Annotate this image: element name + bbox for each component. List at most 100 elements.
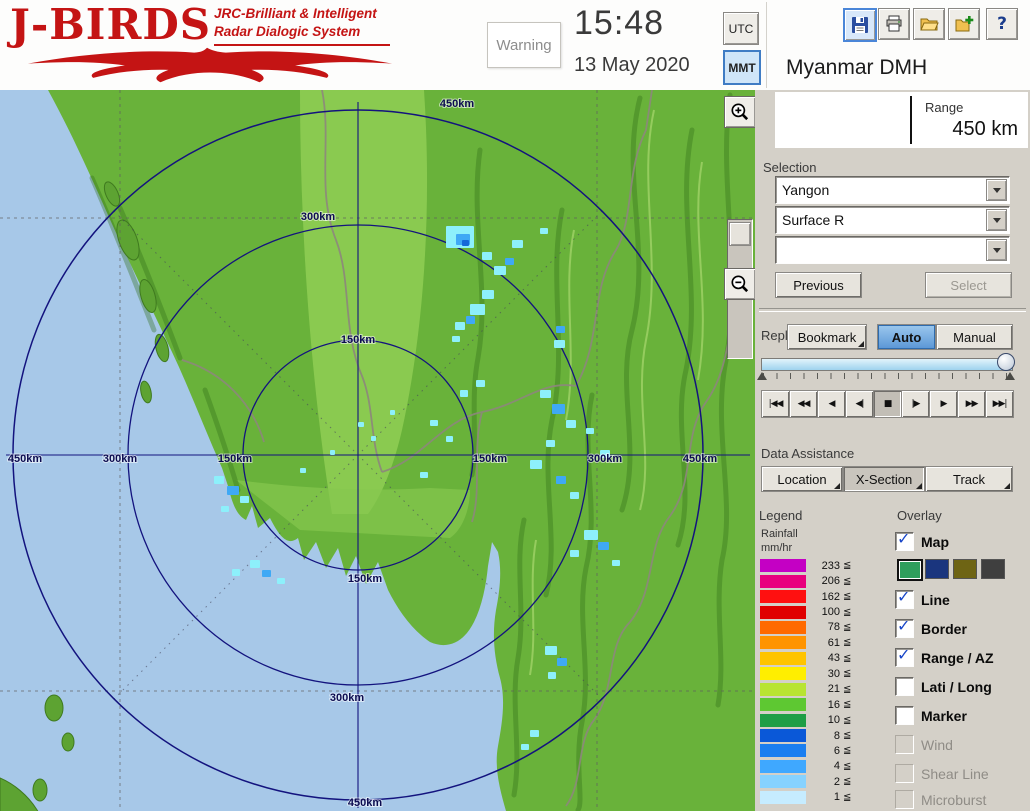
checkbox	[895, 790, 914, 809]
xsection-button[interactable]: X-Section	[843, 466, 925, 492]
open-folder-button[interactable]	[913, 8, 945, 40]
checkbox[interactable]: ✓	[895, 587, 914, 609]
print-button[interactable]	[878, 8, 910, 40]
overlay-item-border[interactable]: ✓ Border	[895, 616, 967, 638]
map-style-swatch-olive[interactable]	[953, 559, 977, 579]
playback-fast-rewind-button[interactable]: ◀◀	[789, 390, 818, 418]
checkbox[interactable]: ✓	[895, 645, 914, 667]
legend-swatch	[760, 682, 806, 696]
zoom-in-button[interactable]	[724, 96, 755, 128]
menu-corner-icon	[834, 483, 840, 489]
range-ring-label: 450km	[8, 453, 42, 465]
menu-corner-icon	[916, 483, 922, 489]
folder-icon	[920, 18, 939, 31]
legend-row: 2 ≦	[760, 774, 892, 789]
legend-swatch	[760, 605, 806, 619]
overlay-item-shear-line: Shear Line	[895, 764, 989, 783]
legend-row: 233 ≦	[760, 558, 892, 573]
previous-button[interactable]: Previous	[775, 272, 862, 298]
app-logo-subtitle-1: JRC-Brilliant & Intelligent	[214, 6, 377, 21]
checkbox[interactable]	[895, 677, 914, 696]
playback-step-forward-button[interactable]: |▶	[901, 390, 930, 418]
warning-label: Warning	[496, 36, 552, 54]
zoom-in-icon	[731, 103, 749, 121]
overlay-item-lati-long[interactable]: Lati / Long	[895, 677, 992, 696]
location-button[interactable]: Location	[761, 466, 843, 492]
chevron-down-icon[interactable]	[986, 239, 1007, 261]
legend-row: 1 ≦	[760, 790, 892, 805]
checkbox[interactable]: ✓	[895, 529, 914, 551]
range-ring-label: 300km	[301, 211, 335, 223]
eagle-logo-icon	[27, 47, 393, 83]
legend-swatch	[760, 698, 806, 712]
radar-map[interactable]: 450km 300km 150km 450km 300km 150km 150k…	[0, 90, 755, 811]
chevron-down-icon[interactable]	[986, 179, 1007, 201]
auto-button[interactable]: Auto	[877, 324, 936, 350]
overlay-item-map[interactable]: ✓ Map	[895, 529, 949, 551]
playback-skip-end-button[interactable]: ▶▶|	[985, 390, 1014, 418]
legend-row: 43 ≦	[760, 651, 892, 666]
product-dropdown-value: Surface R	[782, 212, 845, 228]
manual-button[interactable]: Manual	[936, 324, 1013, 350]
extra-dropdown[interactable]	[775, 236, 1010, 264]
print-icon	[886, 15, 902, 32]
check-icon: ✓	[897, 616, 911, 635]
check-icon: ✓	[897, 645, 911, 664]
legend-row: 21 ≦	[760, 682, 892, 697]
clock-date: 13 May 2020	[574, 54, 690, 76]
checkbox	[895, 735, 914, 754]
export-button[interactable]	[948, 8, 980, 40]
utc-button[interactable]: UTC	[723, 12, 759, 45]
map-style-swatch-navy[interactable]	[925, 559, 949, 579]
check-icon: ✓	[897, 587, 911, 606]
legend-row: 10 ≦	[760, 712, 892, 727]
product-dropdown[interactable]: Surface R	[775, 206, 1010, 234]
check-icon: ✓	[897, 529, 911, 548]
zoom-slider-thumb[interactable]	[729, 222, 751, 246]
map-style-swatch-gray[interactable]	[981, 559, 1005, 579]
playback-play-reverse-button[interactable]: ◀	[817, 390, 846, 418]
legend-row: 30 ≦	[760, 666, 892, 681]
playback-stop-button[interactable]: ■	[873, 390, 902, 418]
bookmark-button[interactable]: Bookmark	[787, 324, 867, 350]
replay-slider-thumb[interactable]	[997, 353, 1015, 371]
legend-title: Legend	[759, 508, 803, 523]
checkbox	[895, 764, 914, 783]
legend-swatch	[760, 651, 806, 665]
range-ring-label: 150km	[348, 573, 382, 585]
mmt-button[interactable]: MMT	[723, 50, 761, 85]
legend-row: 16 ≦	[760, 697, 892, 712]
checkbox[interactable]	[895, 706, 914, 725]
app-logo-title: J-BIRDS	[10, 0, 212, 49]
legend-swatch	[760, 590, 806, 604]
help-button[interactable]: ?	[986, 8, 1018, 40]
legend-swatch	[760, 729, 806, 743]
slider-end-marker-icon	[1005, 372, 1015, 380]
playback-skip-start-button[interactable]: |◀◀	[761, 390, 790, 418]
control-sidebar: Range 450 km Selection Yangon Surface R …	[755, 90, 1030, 811]
replay-timeline-slider[interactable]	[761, 358, 1013, 371]
save-button[interactable]	[843, 8, 877, 42]
overlay-item-marker[interactable]: Marker	[895, 706, 967, 725]
site-dropdown[interactable]: Yangon	[775, 176, 1010, 204]
playback-fast-forward-button[interactable]: ▶▶	[957, 390, 986, 418]
range-ring-label: 150km	[473, 453, 507, 465]
legend-swatch	[760, 559, 806, 573]
radar-map-canvas: 450km 300km 150km 450km 300km 150km 150k…	[0, 90, 755, 811]
chevron-down-icon[interactable]	[986, 209, 1007, 231]
bookmark-button-label: Bookmark	[797, 329, 857, 345]
rainfall-legend: 233 ≦ 206 ≦ 162 ≦ 100 ≦ 78 ≦ 61 ≦ 43 ≦ 30 ≦ 21 ≦ …	[760, 558, 892, 805]
checkbox[interactable]: ✓	[895, 616, 914, 638]
menu-corner-icon	[858, 341, 864, 347]
playback-step-back-button[interactable]: ◀|	[845, 390, 874, 418]
track-button[interactable]: Track	[925, 466, 1013, 492]
range-ring-label: 150km	[341, 334, 375, 346]
map-style-swatch-green[interactable]	[897, 559, 923, 581]
overlay-item-range-az[interactable]: ✓ Range / AZ	[895, 645, 994, 667]
header-bar: J-BIRDS JRC-Brilliant & Intelligent Rada…	[0, 0, 1030, 91]
range-ring-label: 300km	[588, 453, 622, 465]
playback-play-button[interactable]: ▶	[929, 390, 958, 418]
overlay-item-line[interactable]: ✓ Line	[895, 587, 950, 609]
jbirds-window: J-BIRDS JRC-Brilliant & Intelligent Rada…	[0, 0, 1030, 811]
zoom-out-button[interactable]	[724, 268, 755, 300]
